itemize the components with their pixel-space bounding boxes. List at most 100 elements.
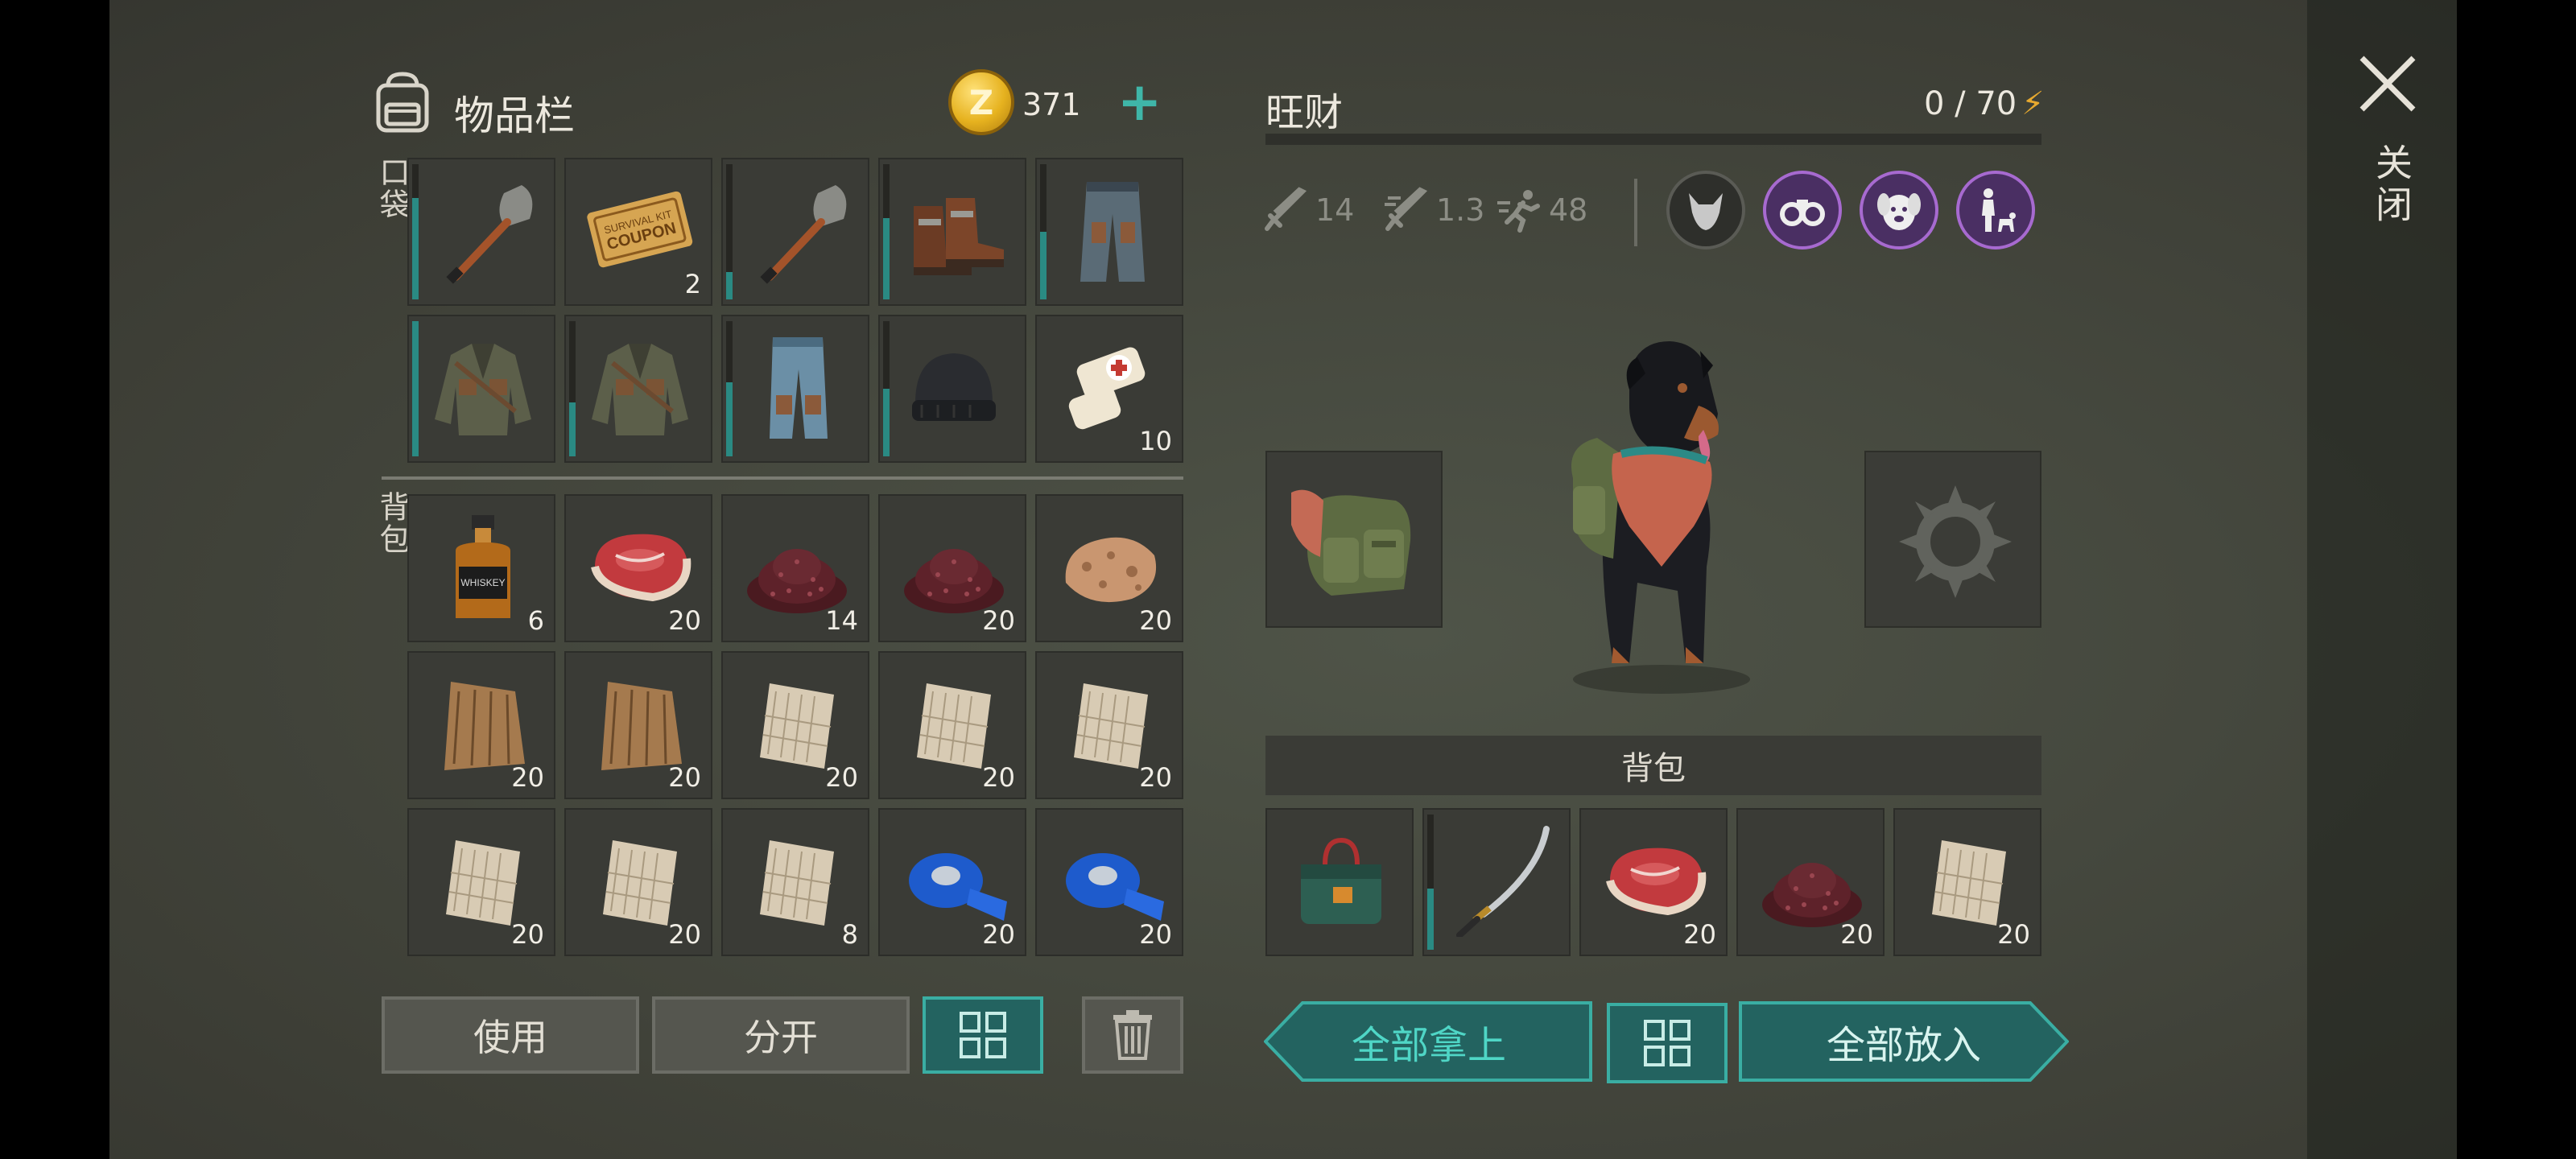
speed-stat: 48 <box>1496 187 1587 233</box>
coupon-icon: SURVIVAL KITCOUPON <box>587 191 693 268</box>
energy-bar <box>1265 134 2041 145</box>
skill-badge[interactable] <box>1956 171 2035 250</box>
item-quantity: 14 <box>825 605 858 636</box>
backpack-slot[interactable]: 20 <box>564 808 712 956</box>
skill-badge[interactable] <box>1666 171 1745 250</box>
durability-bar <box>412 321 419 456</box>
pocket-slot[interactable] <box>1035 158 1183 306</box>
put-all-button[interactable]: 全部放入 <box>1739 1001 2069 1082</box>
backpack-slot[interactable]: 20 <box>878 808 1026 956</box>
grid-icon <box>960 1012 1006 1058</box>
item-quantity: 20 <box>982 605 1015 636</box>
dog-name: 旺财 <box>1265 90 1344 135</box>
add-coins-button[interactable]: + <box>1117 76 1162 129</box>
dog-backpack-slot[interactable]: 20 <box>1893 808 2041 956</box>
backpack-slot[interactable]: 20 <box>407 651 555 799</box>
dog-portrait <box>1517 325 1806 703</box>
pocket-slot[interactable] <box>407 158 555 306</box>
skill-badge[interactable] <box>1860 171 1938 250</box>
backpack-slot[interactable]: 20 <box>878 494 1026 642</box>
durability-bar <box>883 164 890 299</box>
attack-speed-value: 1.3 <box>1436 192 1485 228</box>
swift-sword-icon <box>1385 187 1428 231</box>
backpack-slot[interactable]: 20 <box>878 651 1026 799</box>
speed-value: 48 <box>1549 192 1588 228</box>
dog-collar-slot[interactable] <box>1864 451 2041 628</box>
svg-text:WHISKEY: WHISKEY <box>460 577 505 588</box>
trash-button[interactable] <box>1082 996 1183 1074</box>
backpack-slot[interactable]: 20 <box>1035 651 1183 799</box>
dog-bag-slot[interactable] <box>1265 451 1443 628</box>
dog-backpack-slot[interactable]: 20 <box>1579 808 1728 956</box>
item-quantity: 20 <box>1139 605 1172 636</box>
katana-icon <box>1456 826 1550 937</box>
durability-bar <box>883 321 890 456</box>
binoculars-icon <box>1780 200 1825 226</box>
pants-icon <box>1080 182 1145 282</box>
backpack-slot[interactable]: 20 <box>564 651 712 799</box>
coin-count: 371 <box>1022 87 1081 122</box>
spiked-collar-icon <box>1899 485 2012 598</box>
attack-stat: 14 <box>1262 187 1354 233</box>
dog-backpack-slot[interactable] <box>1422 808 1571 956</box>
bolt-icon: ⚡ <box>2021 85 2045 122</box>
pocket-slot[interactable] <box>721 158 869 306</box>
durability-bar <box>726 164 733 299</box>
durability-bar <box>726 321 733 456</box>
shovel-icon <box>446 185 533 284</box>
item-quantity: 10 <box>1139 426 1172 456</box>
item-quantity: 20 <box>1997 919 2030 950</box>
backpack-slot[interactable]: 8 <box>721 808 869 956</box>
jeans-icon <box>770 337 828 439</box>
wolf-icon <box>1689 193 1723 230</box>
coin-icon: Z <box>948 69 1014 135</box>
durability-bar <box>569 321 576 456</box>
item-quantity: 20 <box>668 762 701 793</box>
backpack-slot[interactable]: 14 <box>721 494 869 642</box>
backpack-icon <box>376 72 429 133</box>
shovel-icon <box>760 185 847 284</box>
beanie-icon <box>912 353 996 421</box>
jacket-icon <box>435 344 531 435</box>
item-quantity: 2 <box>684 269 701 299</box>
backpack-slot[interactable]: 20 <box>407 808 555 956</box>
energy-value: 0 / 70 <box>1924 85 2017 122</box>
backpack-slot[interactable]: 20 <box>564 494 712 642</box>
item-quantity: 20 <box>982 762 1015 793</box>
left-letterbox <box>0 0 109 1159</box>
item-quantity: 20 <box>1139 919 1172 950</box>
jacket-icon <box>592 344 688 435</box>
dog-backpack-slot[interactable] <box>1265 808 1414 956</box>
dog-backpack-slot[interactable]: 20 <box>1736 808 1885 956</box>
pocket-slot[interactable] <box>878 315 1026 463</box>
backpack-slot[interactable]: 20 <box>1035 808 1183 956</box>
use-button[interactable]: 使用 <box>382 996 639 1074</box>
split-button[interactable]: 分开 <box>652 996 910 1074</box>
sort-grid-button[interactable] <box>923 996 1043 1074</box>
item-quantity: 20 <box>1139 762 1172 793</box>
close-label[interactable]: 关闭 <box>2365 143 2418 227</box>
durability-bar <box>1040 164 1046 299</box>
close-icon[interactable] <box>2355 52 2420 116</box>
backpack-slot[interactable]: 20 <box>721 651 869 799</box>
take-all-button[interactable]: 全部拿上 <box>1264 1001 1594 1082</box>
pocket-slot[interactable] <box>407 315 555 463</box>
game-screen: { "inventory": { "title": "物品栏", "coins"… <box>0 0 2576 1159</box>
backpack-slot[interactable]: 20 <box>1035 494 1183 642</box>
pocket-slot[interactable]: SURVIVAL KIT COUPON 2 <box>564 158 712 306</box>
dog-sort-grid-button[interactable] <box>1607 1003 1728 1083</box>
backpack-slot[interactable]: WHISKEY 6 <box>407 494 555 642</box>
pocket-slot[interactable]: 10 <box>1035 315 1183 463</box>
attack-speed-stat: 1.3 <box>1383 187 1484 233</box>
trash-icon <box>1113 1010 1152 1060</box>
section-divider <box>382 476 1183 480</box>
take-all-label: 全部拿上 <box>1351 1023 1506 1068</box>
rottweiler-icon <box>1571 341 1750 694</box>
skill-badge[interactable] <box>1763 171 1842 250</box>
durability-bar <box>1427 815 1434 950</box>
item-quantity: 20 <box>511 762 544 793</box>
item-quantity: 8 <box>841 919 858 950</box>
pocket-slot[interactable] <box>564 315 712 463</box>
pocket-slot[interactable] <box>721 315 869 463</box>
pocket-slot[interactable] <box>878 158 1026 306</box>
